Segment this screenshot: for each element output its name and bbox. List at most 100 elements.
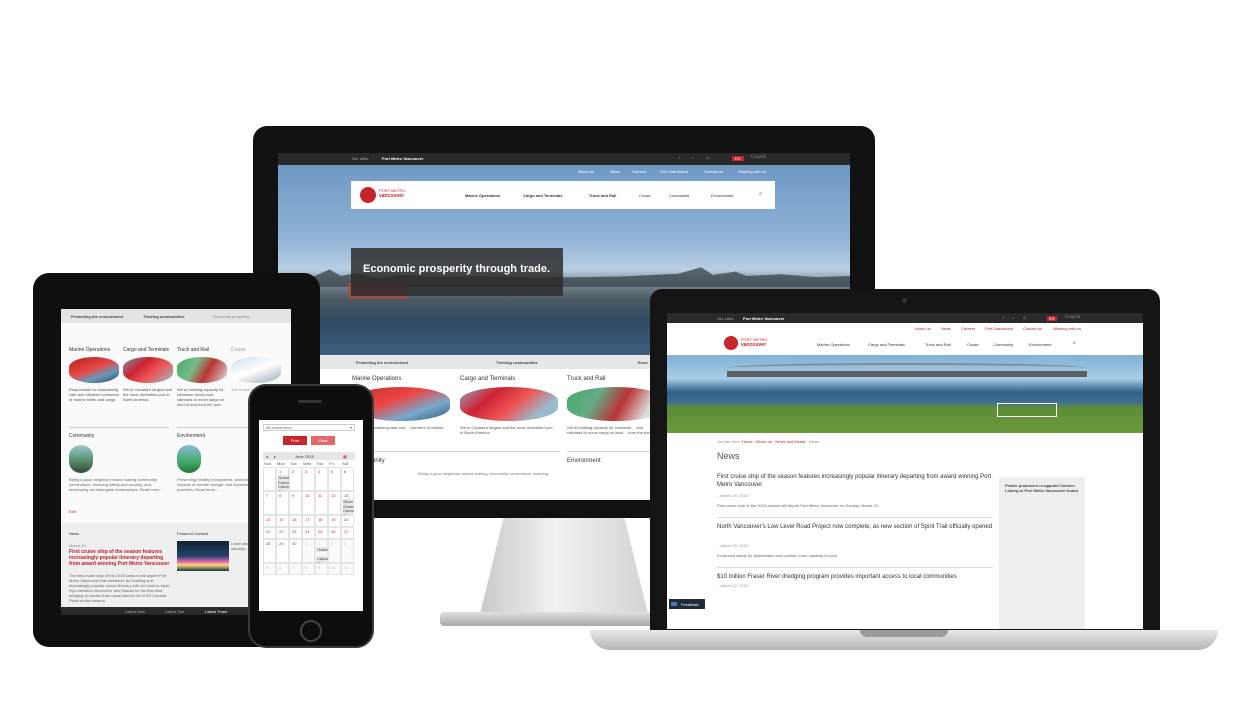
laptop-utility-dashboard[interactable]: Port Dashboard: [985, 326, 1013, 331]
calendar-day[interactable]: 26: [328, 527, 341, 539]
site-switcher[interactable]: Port Metro Vancouver: [382, 156, 423, 161]
calendar-day[interactable]: 11: [315, 491, 328, 515]
calendar-day[interactable]: 7: [263, 491, 276, 515]
laptop-nav-environment[interactable]: Environment: [1029, 342, 1051, 347]
tablet-card-image-truck[interactable]: [177, 357, 227, 383]
calendar-day[interactable]: 17: [302, 515, 315, 527]
search-icon[interactable]: ⌕: [759, 191, 762, 197]
laptop-utility-about[interactable]: About us: [915, 326, 931, 331]
laptop-nav-community[interactable]: Community: [993, 342, 1013, 347]
utility-link-about[interactable]: About us: [578, 169, 594, 174]
utility-link-dashboard[interactable]: Port Dashboard: [660, 169, 688, 174]
tablet-edit-link[interactable]: Edit: [69, 509, 76, 514]
calendar-event[interactable]: Oosterdam: [317, 547, 328, 552]
utility-link-contact[interactable]: Contact us: [704, 169, 723, 174]
news-item-title[interactable]: First cruise ship of the season features…: [717, 473, 993, 489]
facebook-icon[interactable]: f: [679, 155, 680, 160]
laptop-instagram-icon[interactable]: ◎: [1023, 315, 1027, 320]
clear-button[interactable]: Clear: [311, 436, 335, 445]
calendar-day[interactable]: 24: [302, 527, 315, 539]
twitter-icon[interactable]: t: [692, 155, 693, 160]
calendar-day[interactable]: 29: [276, 539, 289, 563]
calendar-day[interactable]: 25: [315, 527, 328, 539]
calendar-day[interactable]: 1Grand PrincessCanada Place: [276, 467, 289, 494]
laptop-nav-cargo[interactable]: Cargo and Terminals: [868, 342, 905, 347]
calendar-day[interactable]: 9: [315, 563, 328, 575]
calendar-day[interactable]: 2: [289, 467, 302, 491]
laptop-search-icon[interactable]: ⌕: [1073, 340, 1076, 346]
calendar-day[interactable]: 8: [302, 563, 315, 575]
tablet-news-headline[interactable]: First cruise ship of the season features…: [69, 549, 173, 567]
calendar-day[interactable]: 4: [315, 467, 328, 491]
calendar-day[interactable]: 3: [328, 539, 341, 563]
tab-economy[interactable]: Econ: [638, 360, 648, 365]
news-item-title[interactable]: $10 million Fraser River dredging progra…: [717, 573, 993, 581]
calendar-day[interactable]: 22: [276, 527, 289, 539]
calendar-day[interactable]: 4: [341, 539, 354, 563]
calendar-day[interactable]: 12: [328, 491, 341, 515]
calendar-day[interactable]: 15: [276, 515, 289, 527]
laptop-facebook-icon[interactable]: f: [1003, 315, 1004, 320]
calendar-day[interactable]: 5: [263, 563, 276, 575]
nav-community[interactable]: Community: [669, 193, 689, 198]
utility-link-working[interactable]: Working with us: [738, 169, 766, 174]
calendar-icon[interactable]: ▦: [343, 454, 347, 459]
next-month-icon[interactable]: ▸: [274, 454, 276, 459]
calendar-day[interactable]: 14: [263, 515, 276, 527]
nav-cruise[interactable]: Cruise: [639, 193, 651, 198]
tablet-community-image[interactable]: [69, 445, 93, 473]
card-title-marine[interactable]: Marine Operations: [352, 375, 401, 383]
tablet-environment-title[interactable]: Environment: [177, 433, 205, 439]
tablet-card-title-truck[interactable]: Truck and Rail: [177, 347, 209, 353]
prev-month-icon[interactable]: ◂: [266, 454, 268, 459]
tablet-card-title-marine[interactable]: Marine Operations: [69, 347, 110, 353]
calendar-day[interactable]: 10: [302, 491, 315, 515]
tablet-card-image-marine[interactable]: [69, 357, 119, 383]
breadcrumb-home[interactable]: Home: [742, 439, 753, 444]
calendar-day[interactable]: 8: [276, 491, 289, 515]
calendar-day[interactable]: [263, 467, 276, 491]
tablet-bottom-tab-3[interactable]: Latest Three: [205, 609, 227, 614]
calendar-day[interactable]: 11: [341, 563, 354, 575]
nav-cargo[interactable]: Cargo and Terminals: [523, 193, 563, 198]
tablet-card-title-cruise[interactable]: Cruise: [231, 347, 245, 353]
laptop-nav-truck[interactable]: Truck and Rail: [925, 342, 951, 347]
tablet-bottom-tab-2[interactable]: Latest Two: [165, 609, 184, 614]
calendar-day[interactable]: 21: [263, 527, 276, 539]
calendar-day[interactable]: 3: [302, 467, 315, 491]
calendar-day[interactable]: 6: [276, 563, 289, 575]
news-item-title[interactable]: North Vancouver's Low Level Road Project…: [717, 523, 993, 531]
nav-marine[interactable]: Marine Operations: [465, 193, 500, 198]
tablet-tab-economy[interactable]: Economic prosperity: [213, 314, 249, 319]
port-logo-icon[interactable]: [360, 187, 376, 203]
calendar-day[interactable]: 10: [328, 563, 341, 575]
laptop-utility-working[interactable]: Working with us: [1053, 326, 1081, 331]
calendar-day[interactable]: 20: [341, 515, 354, 527]
utility-link-careers[interactable]: Careers: [632, 169, 646, 174]
calendar-day[interactable]: 6: [341, 467, 354, 491]
laptop-language-toggle[interactable]: EN: [1047, 316, 1057, 321]
laptop-nav-cruise[interactable]: Cruise: [967, 342, 979, 347]
laptop-utility-careers[interactable]: Careers: [961, 326, 975, 331]
print-button[interactable]: Print: [283, 436, 307, 445]
laptop-site-switcher[interactable]: Port Metro Vancouver: [743, 316, 784, 321]
calendar-day[interactable]: 7: [289, 563, 302, 575]
tablet-environment-image[interactable]: [177, 445, 201, 473]
laptop-twitter-icon[interactable]: t: [1013, 315, 1014, 320]
nav-truck[interactable]: Truck and Rail: [589, 193, 616, 198]
tab-environment[interactable]: Protecting the environment: [356, 360, 408, 365]
calendar-day[interactable]: 23: [289, 527, 302, 539]
instagram-icon[interactable]: ◎: [706, 155, 710, 160]
section-title-environment[interactable]: Environment: [567, 457, 601, 465]
tablet-card-image-cruise[interactable]: [231, 357, 281, 383]
tablet-community-title[interactable]: Community: [69, 433, 94, 439]
utility-link-news[interactable]: News: [610, 169, 620, 174]
calendar-day[interactable]: 30: [289, 539, 302, 563]
breadcrumb-news-media[interactable]: News and Media: [775, 439, 805, 444]
cruise-line-select[interactable]: All cruise lines ▾: [263, 424, 355, 431]
card-title-truck[interactable]: Truck and Rail: [567, 375, 605, 383]
feedback-tab[interactable]: Feedback: [669, 599, 705, 609]
tablet-bottom-tab-1[interactable]: Latest Now: [125, 609, 145, 614]
calendar-day[interactable]: 1: [302, 539, 315, 563]
calendar-day[interactable]: 2OosterdamCanada Place: [315, 539, 328, 566]
